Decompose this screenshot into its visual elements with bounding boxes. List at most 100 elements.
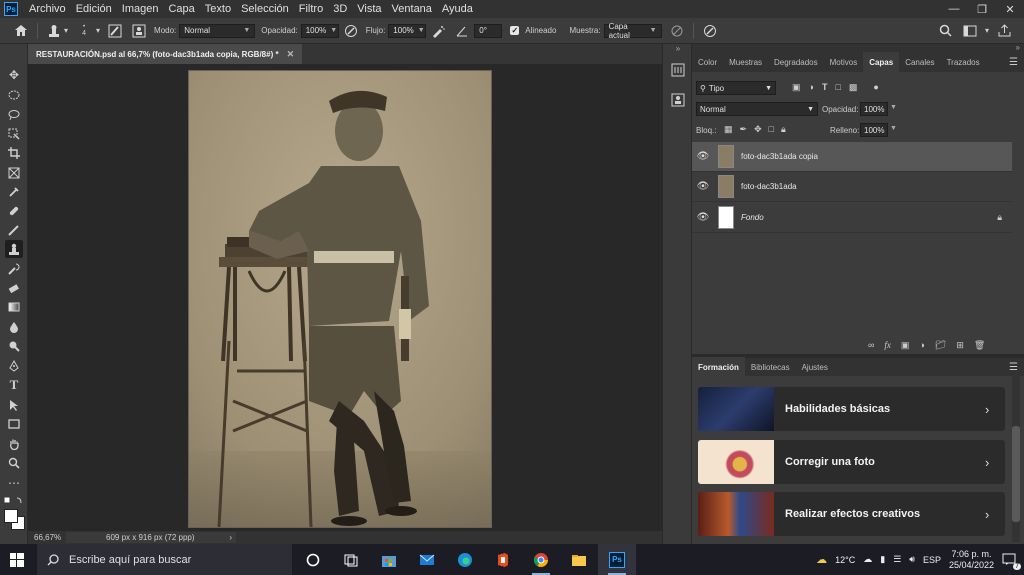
tab-motivos[interactable]: Motivos — [824, 52, 864, 72]
crop-tool-icon[interactable] — [5, 144, 23, 162]
minimize-icon[interactable]: — — [940, 3, 968, 16]
weather-icon[interactable]: ☁ — [816, 553, 827, 566]
gradient-tool-icon[interactable] — [5, 298, 23, 316]
dodge-tool-icon[interactable] — [5, 337, 23, 355]
learn-scrollbar[interactable] — [1012, 374, 1020, 542]
menu-vista[interactable]: Vista — [352, 3, 386, 15]
more-tools-icon[interactable]: ⋯ — [5, 474, 23, 492]
edge-icon[interactable] — [446, 544, 484, 575]
foreground-color-swatch[interactable] — [4, 509, 18, 523]
clone-stamp-tool-preset-icon[interactable] — [45, 22, 63, 40]
clone-source-panel-icon[interactable] — [669, 92, 687, 108]
chevron-down-icon[interactable]: ▼ — [890, 125, 897, 132]
frame-tool-icon[interactable] — [5, 164, 23, 182]
healing-brush-tool-icon[interactable] — [5, 202, 23, 220]
lock-transparent-icon[interactable]: ▦ — [724, 124, 733, 135]
hand-tool-icon[interactable] — [5, 435, 23, 453]
notifications-icon[interactable]: 7 — [1002, 553, 1021, 570]
layer-filter-select[interactable]: ⚲ Tipo ▼ — [696, 81, 776, 95]
restore-icon[interactable]: ❐ — [968, 3, 996, 16]
brush-settings-icon[interactable] — [106, 22, 124, 40]
layer-row-foto-copia[interactable]: 👁︎ foto-dac3b1ada copia — [692, 142, 1012, 172]
search-icon[interactable] — [937, 22, 955, 40]
chrome-icon[interactable] — [522, 544, 560, 575]
workspace-icon[interactable] — [961, 22, 979, 40]
zoom-level[interactable]: 66,67% — [28, 533, 66, 542]
ignore-adjustment-layers-icon[interactable] — [668, 22, 686, 40]
menu-capa[interactable]: Capa — [163, 3, 199, 15]
link-layers-icon[interactable]: ∞ — [868, 340, 874, 351]
mode-select[interactable]: Normal ▼ — [179, 23, 256, 38]
language-indicator[interactable]: ESP — [923, 555, 941, 565]
weather-temperature[interactable]: 12°C — [835, 555, 855, 565]
share-icon[interactable] — [995, 22, 1013, 40]
delete-layer-icon[interactable]: 🗑︎ — [974, 340, 985, 351]
layer-style-icon[interactable]: fx — [884, 340, 891, 351]
clone-source-icon[interactable] — [130, 22, 148, 40]
tab-muestras[interactable]: Muestras — [723, 52, 768, 72]
history-panel-icon[interactable] — [669, 62, 687, 78]
network-icon[interactable]: ☰ — [893, 554, 901, 565]
fill-field[interactable]: 100% — [860, 123, 888, 137]
volume-icon[interactable]: 🔊︎ — [909, 554, 915, 565]
aligned-checkbox[interactable]: ✓ — [510, 26, 520, 35]
canvas-area[interactable] — [28, 64, 662, 531]
layer-row-fondo[interactable]: 👁︎ Fondo 🔒︎ — [692, 203, 1012, 233]
store-icon[interactable] — [370, 544, 408, 575]
file-explorer-icon[interactable] — [560, 544, 598, 575]
filter-adjustment-icon[interactable]: ◑ — [809, 82, 814, 93]
tutorial-card-basic-skills[interactable]: Habilidades básicas › — [698, 387, 1005, 431]
new-layer-icon[interactable]: ⊞ — [956, 340, 964, 351]
type-tool-icon[interactable]: T — [5, 376, 23, 394]
menu-archivo[interactable]: Archivo — [24, 3, 71, 15]
tab-trazados[interactable]: Trazados — [941, 52, 986, 72]
layer-name[interactable]: Fondo — [741, 213, 764, 222]
clock[interactable]: 7:06 p. m. 25/04/2022 — [949, 549, 994, 571]
pen-tool-icon[interactable] — [5, 357, 23, 375]
collapse-dock-icon[interactable]: » — [692, 44, 1024, 52]
lock-position-icon[interactable]: ✥ — [754, 124, 762, 135]
clone-stamp-tool-icon[interactable] — [5, 240, 23, 258]
menu-ventana[interactable]: Ventana — [387, 3, 437, 15]
history-brush-tool-icon[interactable] — [5, 260, 23, 278]
filter-toggle-icon[interactable]: ● — [873, 82, 878, 93]
layer-name[interactable]: foto-dac3b1ada — [741, 182, 797, 191]
layer-name[interactable]: foto-dac3b1ada copia — [741, 152, 818, 161]
lock-all-icon[interactable]: 🔒︎ — [781, 124, 786, 135]
visibility-eye-icon[interactable]: 👁︎ — [692, 151, 714, 162]
workspace-caret-icon[interactable]: ▾ — [985, 26, 989, 35]
cortana-icon[interactable] — [294, 544, 332, 575]
close-icon[interactable]: ✕ — [996, 3, 1024, 16]
rectangle-tool-icon[interactable] — [5, 415, 23, 433]
opacity-field[interactable]: 100% ▼ — [300, 23, 339, 38]
menu-filtro[interactable]: Filtro — [294, 3, 328, 15]
panel-menu-icon[interactable]: ☰ — [1009, 362, 1018, 373]
tutorial-card-correct-photo[interactable]: Corregir una foto › — [698, 440, 1005, 484]
lasso-tool-icon[interactable] — [5, 106, 23, 124]
layer-mask-icon[interactable]: ▣ — [901, 340, 910, 351]
adjustment-layer-icon[interactable]: ◑ — [919, 340, 924, 351]
panel-menu-icon[interactable]: ☰ — [1009, 57, 1018, 68]
menu-texto[interactable]: Texto — [200, 3, 236, 15]
filter-shape-icon[interactable]: □ — [835, 82, 840, 93]
flow-field[interactable]: 100% ▼ — [388, 23, 427, 38]
brush-size-picker[interactable]: • 4 — [75, 24, 93, 37]
windows-start-icon[interactable] — [10, 553, 24, 567]
menu-seleccion[interactable]: Selección — [236, 3, 294, 15]
sample-select[interactable]: Capa actual ▼ — [603, 22, 662, 40]
document-info[interactable]: 609 px x 916 px (72 ppp) › — [66, 532, 236, 543]
filter-type-icon[interactable]: T — [822, 82, 828, 93]
scroll-thumb[interactable] — [1012, 426, 1020, 522]
move-tool-icon[interactable]: ✥ — [5, 66, 23, 84]
visibility-eye-icon[interactable]: 👁︎ — [692, 181, 714, 192]
brush-tool-icon[interactable] — [5, 221, 23, 239]
tutorial-card-creative-effects[interactable]: Realizar efectos creativos › — [698, 492, 1005, 536]
tab-canales[interactable]: Canales — [899, 52, 940, 72]
collapse-strip-icon[interactable]: » — [663, 44, 693, 54]
menu-ayuda[interactable]: Ayuda — [437, 3, 478, 15]
mail-icon[interactable] — [408, 544, 446, 575]
blur-tool-icon[interactable] — [5, 318, 23, 336]
layer-opacity-field[interactable]: 100% — [860, 102, 888, 116]
lock-artboard-icon[interactable]: □ — [769, 124, 774, 135]
office-icon[interactable] — [484, 544, 522, 575]
